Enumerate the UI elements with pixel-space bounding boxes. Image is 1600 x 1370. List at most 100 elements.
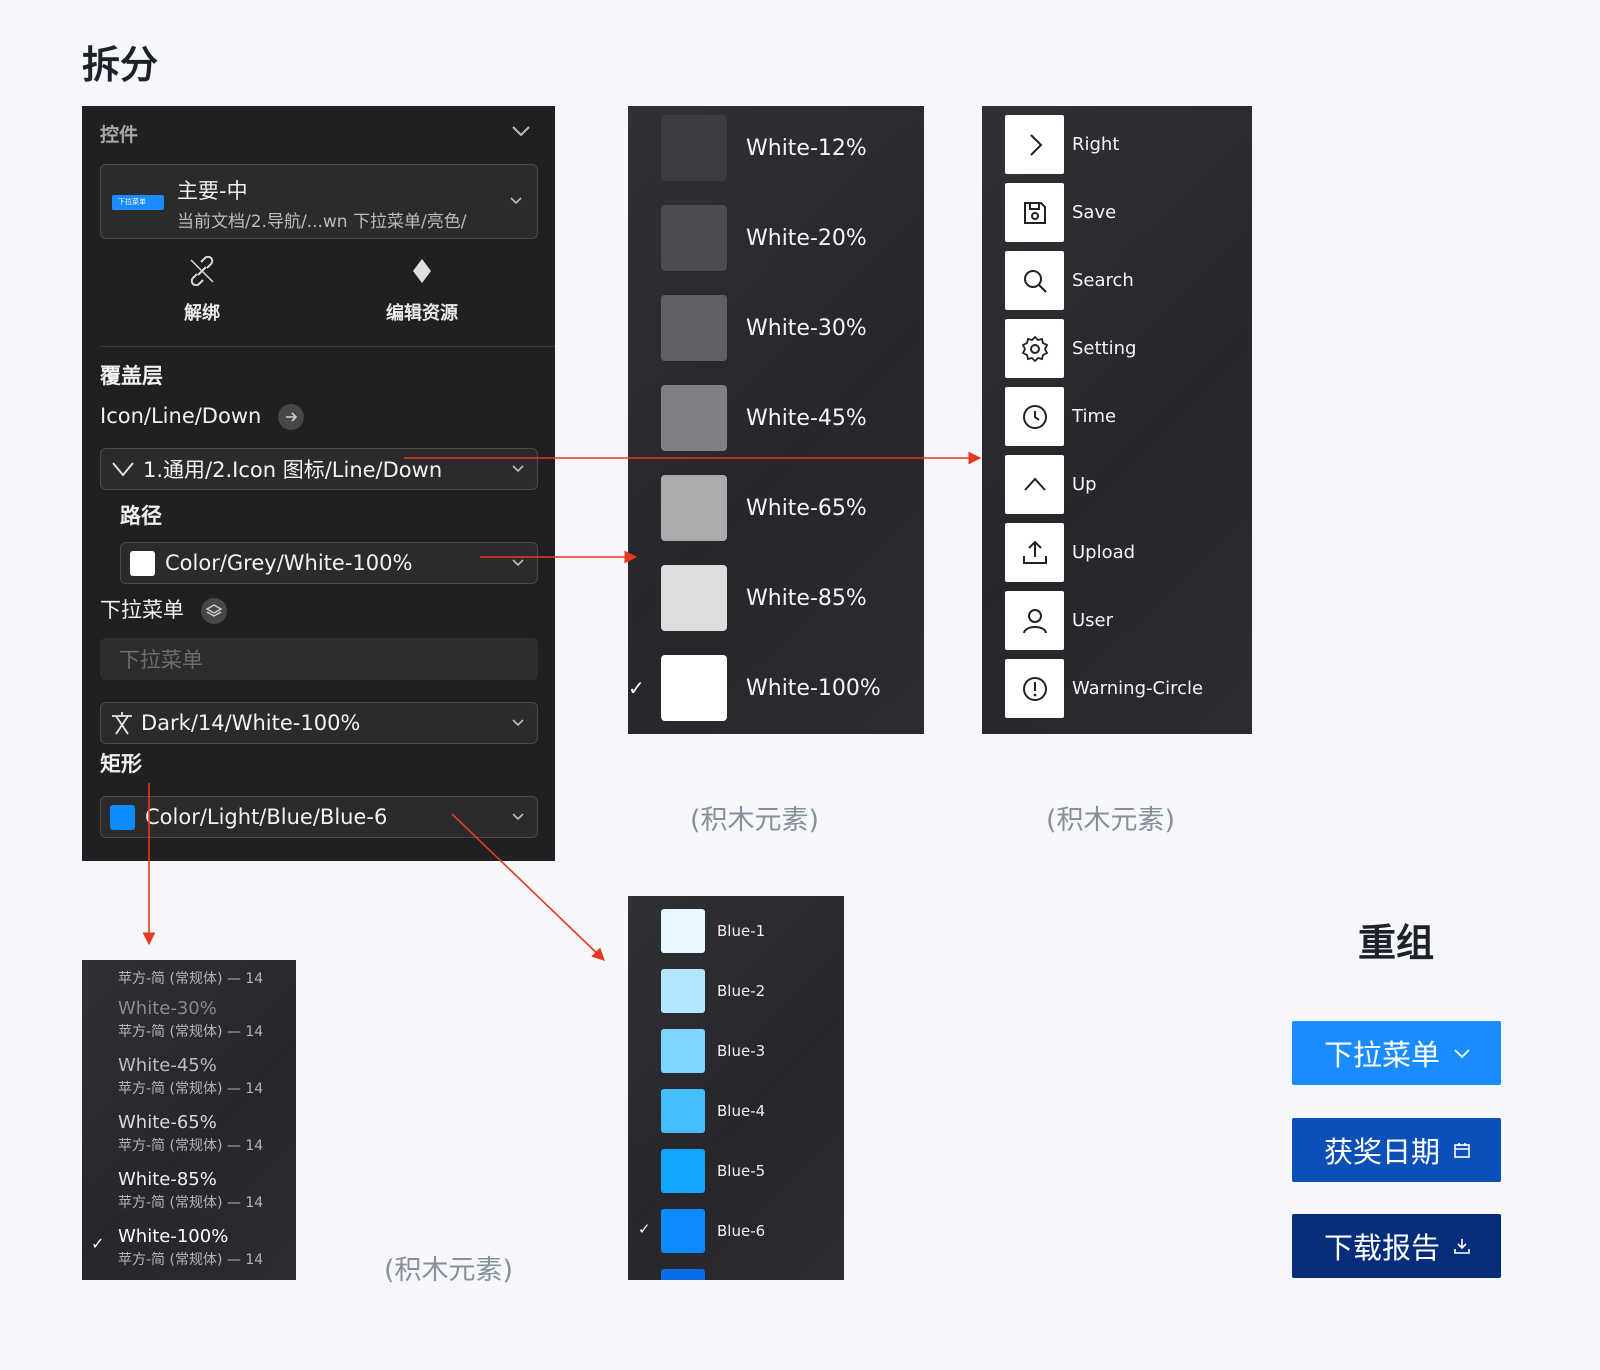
palette-row-selected[interactable]: Blue-6	[628, 1209, 844, 1253]
unbind-label: 解绑	[184, 303, 220, 324]
unbind-button[interactable]: 解绑	[177, 255, 227, 325]
chevron-down-icon[interactable]	[510, 120, 532, 142]
palette-row[interactable]: Blue-2	[628, 969, 844, 1013]
color-name: White-100%	[746, 675, 881, 701]
color-swatch	[661, 909, 705, 953]
palette-row[interactable]: Blue-3	[628, 1029, 844, 1073]
palette-row[interactable]: White-85%	[628, 565, 924, 631]
icon-select[interactable]: 1.通用/2.Icon 图标/Line/Down	[100, 448, 538, 490]
component-thumbnail: 下拉菜单	[112, 195, 164, 210]
icon-row[interactable]: Time	[982, 387, 1252, 446]
diamond-icon	[413, 259, 431, 283]
text-style-value: Dark/14/White-100%	[141, 711, 361, 735]
palette-row[interactable]: Blue-4	[628, 1089, 844, 1133]
color-swatch	[661, 565, 727, 631]
chevron-right-icon	[1029, 133, 1042, 156]
text-style-name: White-65%	[118, 1112, 217, 1133]
path-label: 路径	[120, 504, 162, 528]
list-item[interactable]: White-45% 苹方-简 (常规体) — 14	[118, 1055, 263, 1098]
icon-label-text: Icon/Line/Down	[100, 404, 262, 428]
font-info: 苹方-简 (常规体) — 14	[118, 1024, 264, 1040]
dropdown-text-input[interactable]: 下拉菜单	[100, 638, 538, 680]
clock-icon	[1022, 404, 1047, 429]
color-name: Blue-5	[717, 1162, 766, 1180]
chevron-down-icon	[512, 813, 524, 821]
component-name: 主要-中	[177, 179, 248, 203]
icon-name: Warning-Circle	[1072, 678, 1204, 699]
color-swatch	[661, 969, 705, 1013]
dropdown-button[interactable]: 下拉菜单	[1292, 1021, 1501, 1085]
icon-library: Right Save Search Setting Time Up Upload…	[982, 106, 1252, 734]
check-icon: ✓	[628, 676, 645, 700]
color-name: White-85%	[746, 585, 867, 611]
text-style-select[interactable]: Dark/14/White-100%	[100, 702, 538, 744]
icon-row[interactable]: Right	[982, 115, 1252, 174]
color-swatch	[661, 1149, 705, 1193]
color-swatch	[661, 1089, 705, 1133]
chevron-down-icon	[512, 465, 524, 473]
download-report-button[interactable]: 下载报告	[1292, 1214, 1501, 1278]
list-item[interactable]: White-30% 苹方-简 (常规体) — 14	[118, 998, 263, 1041]
check-icon: ✓	[91, 1234, 105, 1253]
rect-color-select[interactable]: Color/Light/Blue/Blue-6	[100, 796, 538, 838]
list-item[interactable]: White-65% 苹方-简 (常规体) — 14	[118, 1112, 263, 1155]
split-title: 拆分	[82, 43, 159, 87]
button-label: 获奖日期	[1324, 1135, 1441, 1169]
palette-row[interactable]: Blue-5	[628, 1149, 844, 1193]
icon-row[interactable]: User	[982, 591, 1252, 650]
text-style-name: White-85%	[118, 1169, 217, 1190]
color-swatch	[110, 804, 135, 830]
inspector-panel: 控件 下拉菜单 主要-中 当前文档/2.导航/...wn 下拉菜单/亮色/ 解绑…	[82, 106, 555, 861]
chevron-down-icon	[512, 559, 524, 567]
color-swatch	[661, 205, 727, 271]
color-swatch	[661, 475, 727, 541]
caption: (积木元素)	[384, 1255, 514, 1286]
list-item[interactable]: White-85% 苹方-简 (常规体) — 14	[118, 1169, 263, 1212]
color-name: White-45%	[746, 405, 867, 431]
icon-row[interactable]: Up	[982, 455, 1252, 514]
component-selector[interactable]: 下拉菜单 主要-中 当前文档/2.导航/...wn 下拉菜单/亮色/	[100, 164, 538, 239]
palette-row[interactable]: White-65%	[628, 475, 924, 541]
user-icon	[1022, 608, 1047, 633]
path-color-select[interactable]: Color/Grey/White-100%	[120, 542, 538, 584]
icon-row[interactable]: Upload	[982, 523, 1252, 582]
palette-row[interactable]: White-30%	[628, 295, 924, 361]
icon-row[interactable]: Setting	[982, 319, 1252, 378]
palette-row-selected[interactable]: White-100%	[628, 655, 924, 721]
list-item-selected[interactable]: White-100% 苹方-简 (常规体) — 14	[118, 1226, 263, 1269]
icon-row[interactable]: Search	[982, 251, 1252, 310]
font-info: 苹方-简 (常规体) — 14	[118, 1252, 264, 1268]
upload-icon	[1022, 540, 1047, 564]
icon-row[interactable]: Save	[982, 183, 1252, 242]
path-color-value: Color/Grey/White-100%	[165, 551, 413, 575]
icon-tile	[1005, 659, 1064, 718]
font-info: 苹方-简 (常规体) — 14	[118, 1081, 264, 1097]
award-date-button[interactable]: 获奖日期	[1292, 1118, 1501, 1182]
palette-row[interactable]: Blue-1	[628, 909, 844, 953]
palette-row[interactable]: White-45%	[628, 385, 924, 451]
layers-icon[interactable]	[200, 598, 227, 624]
check-icon: ✓	[638, 1220, 651, 1238]
color-swatch	[661, 1029, 705, 1073]
color-swatch	[661, 1209, 705, 1253]
panel-header: 控件	[100, 124, 139, 146]
color-name: Blue-6	[717, 1222, 766, 1240]
calendar-icon	[1454, 1143, 1470, 1158]
icon-tile	[1005, 115, 1064, 174]
palette-row[interactable]: White-20%	[628, 205, 924, 271]
icon-tile	[1005, 591, 1064, 650]
go-to-icon[interactable]	[278, 404, 305, 430]
icon-name: Right	[1072, 134, 1120, 155]
font-info: 苹方-简 (常规体) — 14	[118, 1195, 264, 1211]
color-name: White-20%	[746, 225, 867, 251]
icon-name: Setting	[1072, 338, 1137, 359]
edit-resource-label: 编辑资源	[386, 303, 458, 324]
color-name: Blue-4	[717, 1102, 766, 1120]
list-item[interactable]: 苹方-简 (常规体) — 14	[118, 966, 263, 988]
unlink-icon	[190, 255, 214, 287]
edit-resource-button[interactable]: 编辑资源	[382, 256, 462, 325]
search-icon	[1023, 269, 1047, 293]
text-style-name: White-30%	[118, 998, 217, 1019]
icon-row[interactable]: Warning-Circle	[982, 659, 1252, 718]
palette-row[interactable]: White-12%	[628, 115, 924, 181]
